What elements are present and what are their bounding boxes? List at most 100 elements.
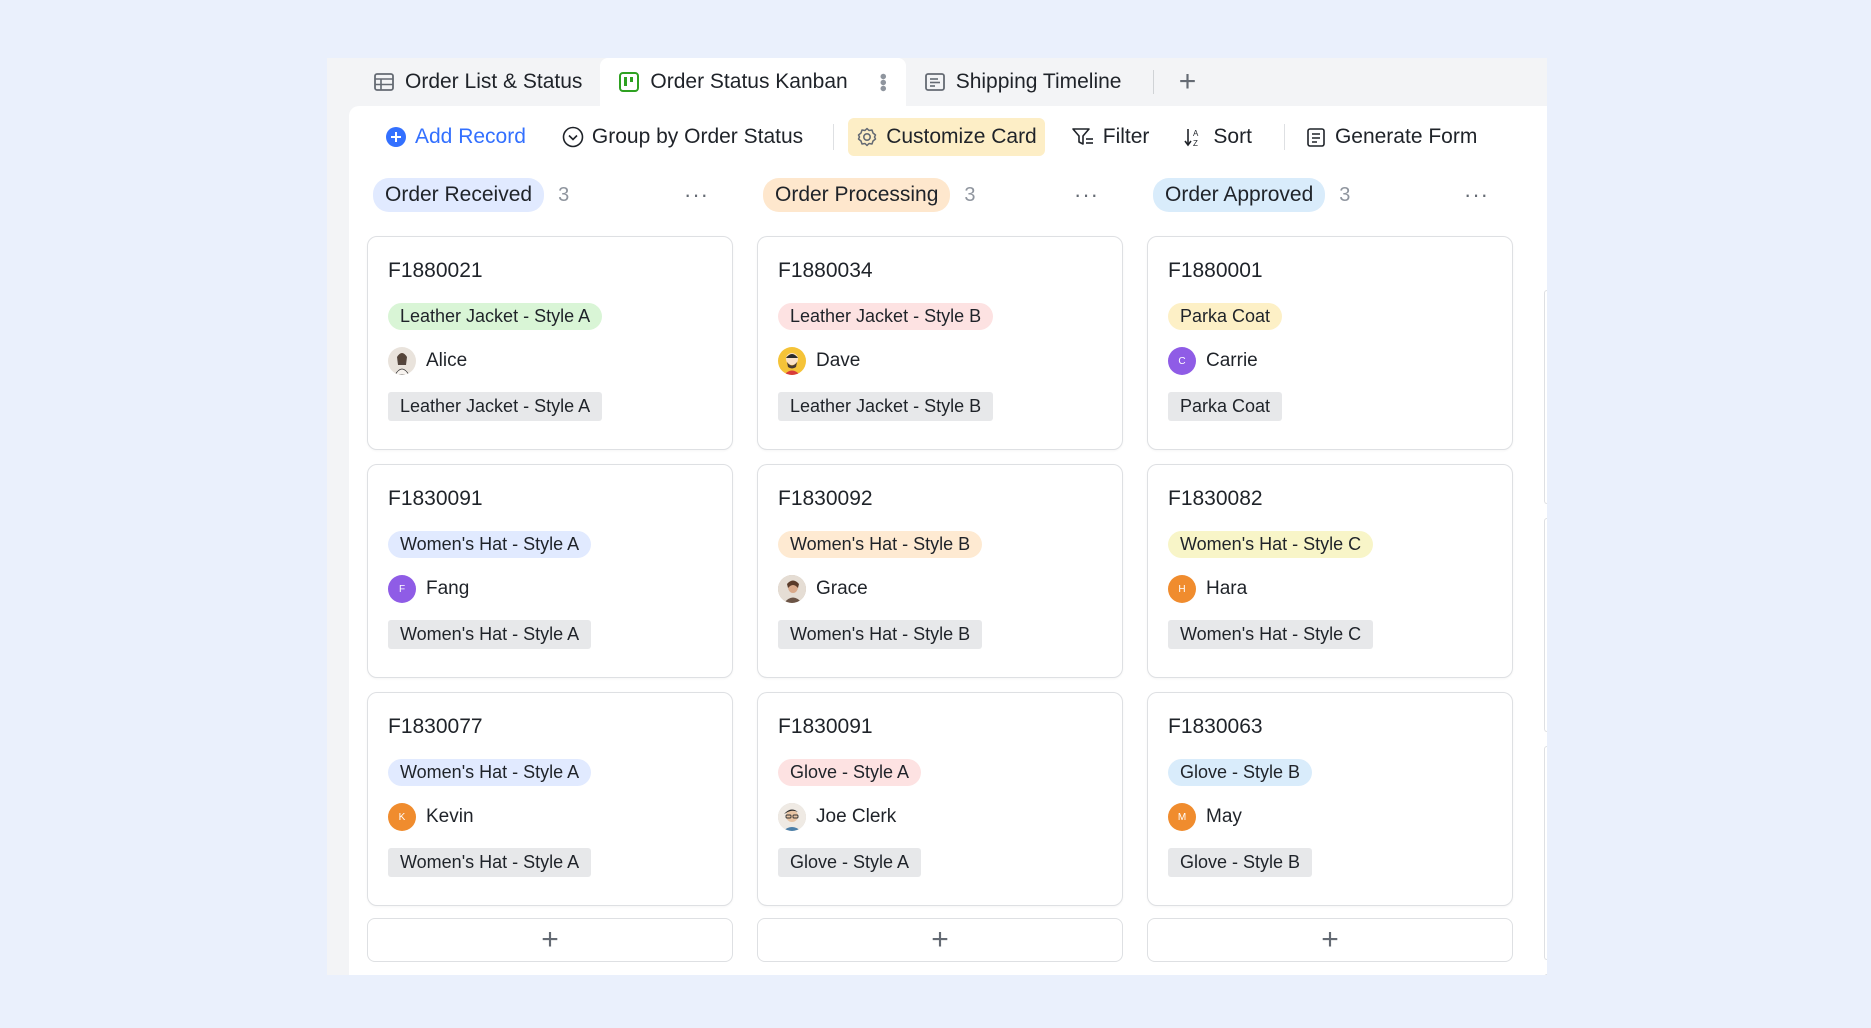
chevron-circle-icon xyxy=(562,126,584,148)
person-name: Joe Clerk xyxy=(816,806,897,827)
person-name: Hara xyxy=(1206,578,1248,599)
person-name: Dave xyxy=(816,350,861,371)
avatar: F xyxy=(388,575,416,603)
plus-circle-icon xyxy=(386,127,406,147)
person-name: Grace xyxy=(816,578,868,599)
add-record-button[interactable]: Add Record xyxy=(379,118,532,156)
kanban-card[interactable]: F1830092 Women's Hat - Style B Grace Wom… xyxy=(757,464,1123,678)
avatar: C xyxy=(1168,347,1196,375)
avatar xyxy=(778,347,806,375)
product-tag: Leather Jacket - Style A xyxy=(388,303,603,330)
add-card-button[interactable]: + xyxy=(367,918,733,962)
person-photo-icon xyxy=(778,803,806,831)
column-header: Order Approved 3 ··· xyxy=(1147,168,1513,222)
add-view-button[interactable]: + xyxy=(1172,65,1202,99)
card-person: K Kevin xyxy=(388,802,712,832)
group-by-field: Order Status xyxy=(684,125,804,148)
product-tag: Glove - Style B xyxy=(1168,759,1313,786)
person-name: Kevin xyxy=(426,806,474,827)
svg-text:A: A xyxy=(1193,129,1199,138)
card-order-id: F1880001 xyxy=(1168,259,1263,282)
avatar xyxy=(388,347,416,375)
table-icon xyxy=(374,73,394,91)
card-person: Grace xyxy=(778,574,1102,604)
card-order-id: F1830077 xyxy=(388,715,483,738)
form-icon xyxy=(1307,128,1325,147)
avatar xyxy=(778,803,806,831)
product-field: Women's Hat - Style A xyxy=(388,848,592,877)
sort-icon: A Z xyxy=(1184,129,1199,148)
avatar xyxy=(778,575,806,603)
kanban-card[interactable]: F1880034 Leather Jacket - Style B Dave L… xyxy=(757,236,1123,450)
card-person: F Fang xyxy=(388,574,712,604)
person-name: Alice xyxy=(426,350,468,371)
card-person: Dave xyxy=(778,346,1102,376)
card-order-id: F1880034 xyxy=(778,259,873,282)
next-column-edge xyxy=(1544,290,1547,975)
group-by-prefix: Group by xyxy=(591,125,685,148)
product-field: Glove - Style A xyxy=(778,848,922,877)
card-order-id: F1880021 xyxy=(388,259,483,282)
avatar: H xyxy=(1168,575,1196,603)
person-name: May xyxy=(1206,806,1242,827)
tab-order-list[interactable]: Order List & Status xyxy=(355,58,600,106)
kanban-card[interactable]: F1830063 Glove - Style B M May Glove - S… xyxy=(1147,692,1513,906)
person-photo-icon xyxy=(394,353,410,375)
sort-button[interactable]: A Z Sort xyxy=(1177,118,1258,156)
kanban-card[interactable]: F1880021 Leather Jacket - Style A Alice … xyxy=(367,236,733,450)
kanban-panel: Add Record Group by Order Status Customi… xyxy=(349,106,1547,975)
card-person: H Hara xyxy=(1168,574,1492,604)
column-header: Order Received 3 ··· xyxy=(367,168,733,222)
card-person: M May xyxy=(1168,802,1492,832)
add-record-label: Add Record xyxy=(415,125,526,148)
product-field: Women's Hat - Style A xyxy=(388,620,592,649)
kanban-card[interactable]: F1830082 Women's Hat - Style C H Hara Wo… xyxy=(1147,464,1513,678)
view-tab-bar: Order List & Status Order Status Kanban … xyxy=(327,58,1547,106)
product-tag: Women's Hat - Style C xyxy=(1168,531,1374,558)
kanban-column-order-received: Order Received 3 ··· F1880021 Leather Ja… xyxy=(367,168,733,962)
tab-order-status-kanban[interactable]: Order Status Kanban ••• xyxy=(600,58,906,106)
column-more-icon[interactable]: ··· xyxy=(1074,182,1099,208)
column-title: Order Received xyxy=(373,178,545,212)
person-photo-icon xyxy=(778,575,806,603)
column-more-icon[interactable]: ··· xyxy=(684,182,709,208)
tab-divider xyxy=(1153,70,1155,94)
card-order-id: F1830082 xyxy=(1168,487,1263,510)
kanban-card[interactable]: F1830077 Women's Hat - Style A K Kevin W… xyxy=(367,692,733,906)
product-field: Parka Coat xyxy=(1168,392,1283,421)
filter-icon xyxy=(1071,128,1093,145)
group-by-button[interactable]: Group by Order Status xyxy=(556,118,809,156)
kanban-card[interactable]: F1830091 Glove - Style A Joe Clerk Glove… xyxy=(757,692,1123,906)
generate-form-label: Generate Form xyxy=(1334,125,1478,148)
card-order-id: F1830063 xyxy=(1168,715,1263,738)
person-photo-icon xyxy=(784,353,800,375)
tab-more-icon[interactable]: ••• xyxy=(872,73,894,91)
product-tag: Women's Hat - Style A xyxy=(388,531,592,558)
avatar: M xyxy=(1168,803,1196,831)
card-order-id: F1830091 xyxy=(778,715,873,738)
tab-label: Order List & Status xyxy=(405,70,583,93)
sort-label: Sort xyxy=(1213,125,1252,148)
add-card-button[interactable]: + xyxy=(1147,918,1513,962)
filter-label: Filter xyxy=(1102,125,1150,148)
person-name: Fang xyxy=(426,578,470,599)
filter-button[interactable]: Filter xyxy=(1065,118,1156,156)
product-field: Leather Jacket - Style A xyxy=(388,392,603,421)
customize-card-button[interactable]: Customize Card xyxy=(848,118,1045,156)
generate-form-button[interactable]: Generate Form xyxy=(1299,118,1483,156)
card-order-id: F1830092 xyxy=(778,487,873,510)
card-person: C Carrie xyxy=(1168,346,1492,376)
column-title: Order Processing xyxy=(763,178,951,212)
person-name: Carrie xyxy=(1206,350,1258,371)
card-person: Joe Clerk xyxy=(778,802,1102,832)
kanban-card[interactable]: F1830091 Women's Hat - Style A F Fang Wo… xyxy=(367,464,733,678)
toolbar-divider xyxy=(1283,124,1285,150)
add-card-button[interactable]: + xyxy=(757,918,1123,962)
customize-card-label: Customize Card xyxy=(886,125,1037,148)
product-tag: Parka Coat xyxy=(1168,303,1283,330)
product-field: Leather Jacket - Style B xyxy=(778,392,994,421)
column-more-icon[interactable]: ··· xyxy=(1464,182,1489,208)
kanban-card[interactable]: F1880001 Parka Coat C Carrie Parka Coat xyxy=(1147,236,1513,450)
kanban-icon xyxy=(619,72,640,92)
tab-shipping-timeline[interactable]: Shipping Timeline xyxy=(906,58,1140,106)
